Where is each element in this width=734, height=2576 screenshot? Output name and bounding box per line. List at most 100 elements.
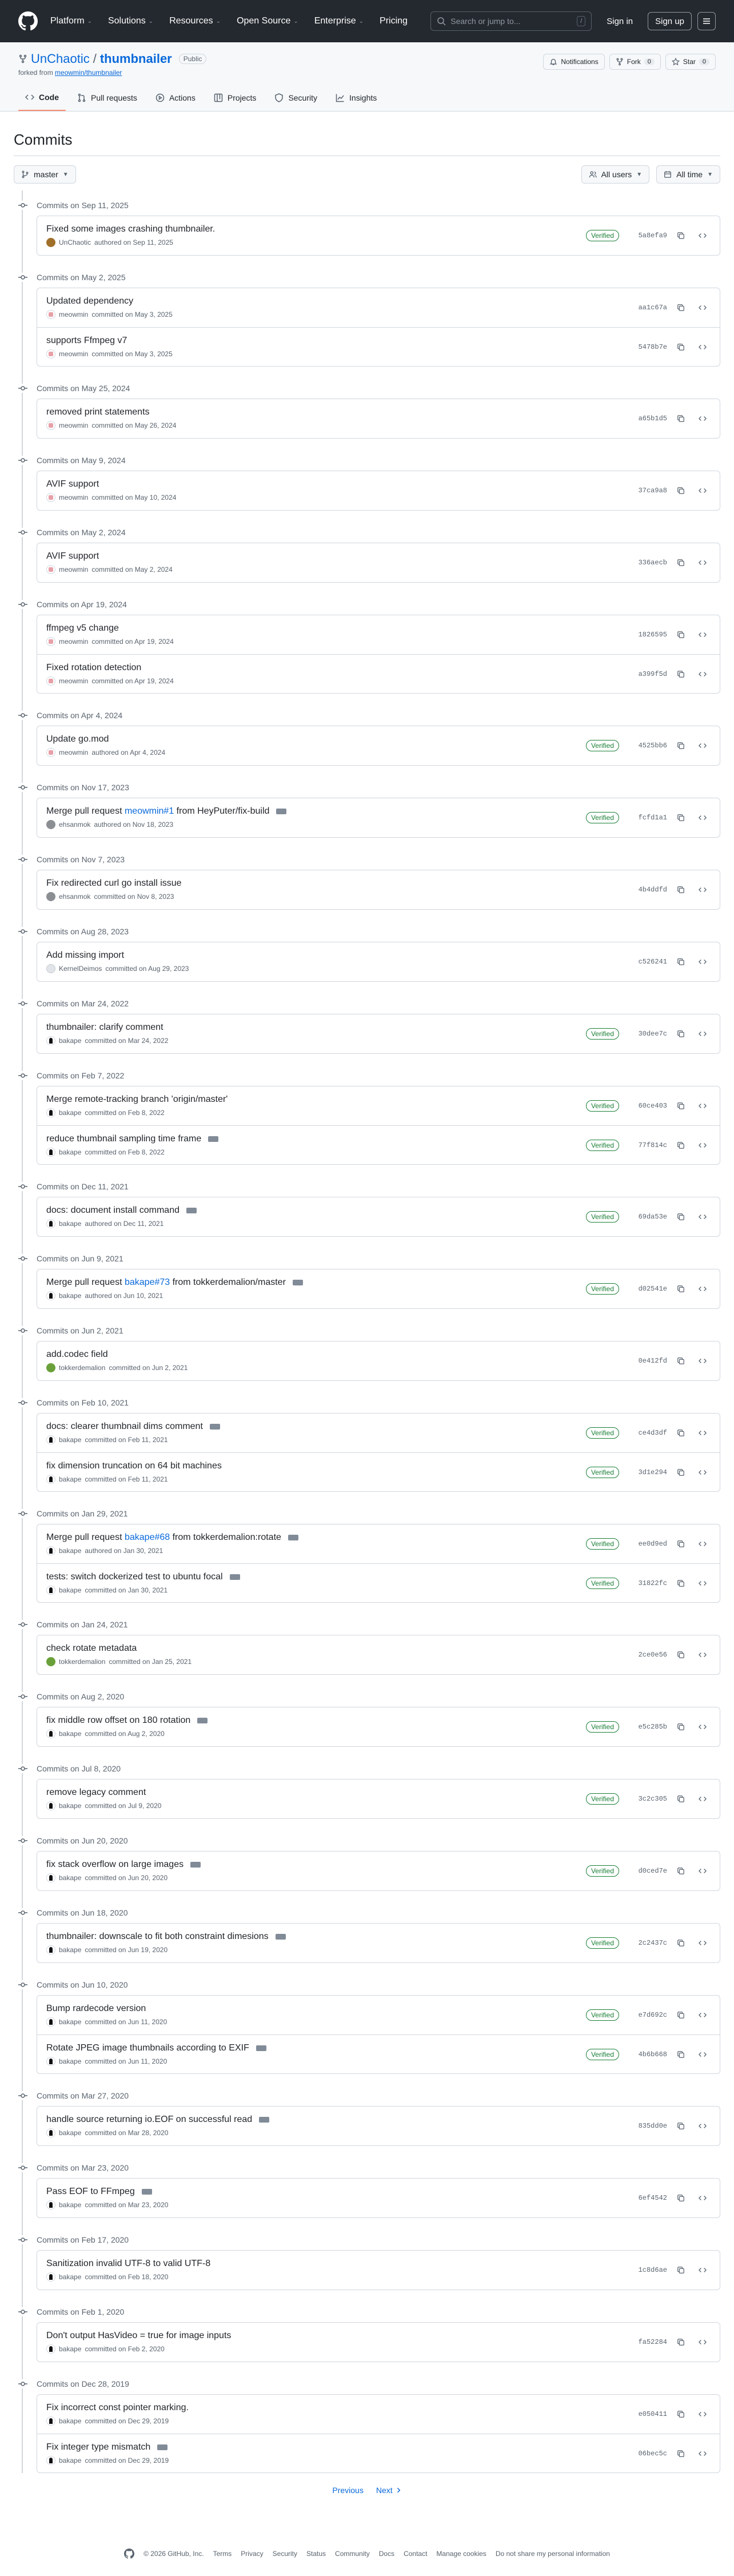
commit-sha-link[interactable]: 4525bb6 <box>633 742 667 750</box>
author-link[interactable]: bakape <box>59 1802 81 1810</box>
commit-sha-link[interactable]: c526241 <box>633 958 667 966</box>
browse-files-button[interactable] <box>695 1098 711 1114</box>
author-link[interactable]: bakape <box>59 2273 81 2281</box>
footer-link-community[interactable]: Community <box>335 2550 370 2558</box>
avatar[interactable] <box>46 1657 55 1666</box>
browse-files-button[interactable] <box>695 1935 711 1951</box>
avatar[interactable] <box>46 1873 55 1882</box>
commit-sha-link[interactable]: 1c8d6ae <box>633 2266 667 2274</box>
browse-files-button[interactable] <box>695 2446 711 2462</box>
browse-files-button[interactable] <box>695 2406 711 2422</box>
avatar[interactable] <box>46 565 55 574</box>
verified-badge[interactable]: Verified <box>585 230 619 241</box>
browse-files-button[interactable] <box>695 1719 711 1735</box>
commit-sha-link[interactable]: 1826595 <box>633 631 667 639</box>
top-nav-item-resources[interactable]: Resources ⌄ <box>169 16 221 26</box>
avatar[interactable] <box>46 2017 55 2026</box>
browse-files-button[interactable] <box>695 2262 711 2278</box>
browse-files-button[interactable] <box>695 1209 711 1225</box>
commit-sha-link[interactable]: 835dd0e <box>633 2122 667 2130</box>
expand-message-button[interactable] <box>208 1136 219 1142</box>
browse-files-button[interactable] <box>695 666 711 682</box>
author-link[interactable]: bakape <box>59 2456 81 2464</box>
commit-message-link[interactable]: thumbnailer: clarify comment <box>46 1022 586 1033</box>
commit-sha-link[interactable]: 77f814c <box>633 1141 667 1149</box>
browse-files-button[interactable] <box>695 1425 711 1441</box>
author-link[interactable]: ehsanmok <box>59 893 90 901</box>
commit-sha-link[interactable]: 5a8efa9 <box>633 232 667 240</box>
footer-link-terms[interactable]: Terms <box>213 2550 232 2558</box>
author-link[interactable]: bakape <box>59 1037 81 1045</box>
avatar[interactable] <box>46 1219 55 1228</box>
browse-files-button[interactable] <box>695 1137 711 1153</box>
tab-security[interactable]: Security <box>268 88 324 111</box>
browse-files-button[interactable] <box>695 954 711 970</box>
users-filter[interactable]: All users ▼ <box>581 165 650 184</box>
verified-badge[interactable]: Verified <box>585 1538 619 1550</box>
commit-message-link[interactable]: docs: document install command <box>46 1205 586 1216</box>
commit-message-link[interactable]: Rotate JPEG image thumbnails according t… <box>46 2043 586 2053</box>
avatar[interactable] <box>46 1945 55 1954</box>
commit-sha-link[interactable]: e5c285b <box>633 1723 667 1731</box>
verified-badge[interactable]: Verified <box>585 1100 619 1112</box>
commit-message-link[interactable]: tests: switch dockerized test to ubuntu … <box>46 1572 586 1582</box>
commit-sha-link[interactable]: 37ca9a8 <box>633 487 667 495</box>
author-link[interactable]: bakape <box>59 1946 81 1954</box>
expand-message-button[interactable] <box>190 1862 201 1868</box>
copy-sha-button[interactable] <box>673 1863 689 1879</box>
commit-sha-link[interactable]: fcfd1a1 <box>633 814 667 822</box>
browse-files-button[interactable] <box>695 2047 711 2063</box>
commit-message-link[interactable]: Fixed rotation detection <box>46 663 633 673</box>
commit-sha-link[interactable]: 31822fc <box>633 1579 667 1587</box>
avatar[interactable] <box>46 1363 55 1372</box>
commit-message-link[interactable]: Merge pull request meowmin#1 from HeyPut… <box>46 806 586 817</box>
avatar[interactable] <box>46 421 55 430</box>
author-link[interactable]: bakape <box>59 1475 81 1483</box>
expand-message-button[interactable] <box>229 1574 240 1580</box>
tab-insights[interactable]: Insights <box>329 88 384 111</box>
commit-sha-link[interactable]: 69da53e <box>633 1213 667 1221</box>
browse-files-button[interactable] <box>695 2334 711 2350</box>
github-footer-logo-icon[interactable] <box>124 2549 135 2559</box>
copy-sha-button[interactable] <box>673 2047 689 2063</box>
verified-badge[interactable]: Verified <box>585 1139 619 1151</box>
copy-sha-button[interactable] <box>673 300 689 316</box>
browse-files-button[interactable] <box>695 483 711 499</box>
copy-sha-button[interactable] <box>673 810 689 826</box>
expand-message-button[interactable] <box>275 1934 286 1940</box>
author-link[interactable]: bakape <box>59 1874 81 1882</box>
footer-link-do-not-share-my-personal-information[interactable]: Do not share my personal information <box>496 2550 610 2558</box>
tab-projects[interactable]: Projects <box>207 88 264 111</box>
tab-actions[interactable]: Actions <box>149 88 202 111</box>
copy-sha-button[interactable] <box>673 411 689 427</box>
commit-sha-link[interactable]: a399f5d <box>633 670 667 678</box>
copy-sha-button[interactable] <box>673 954 689 970</box>
verified-badge[interactable]: Verified <box>585 1466 619 1478</box>
commit-message-link[interactable]: Fix integer type mismatch <box>46 2442 633 2452</box>
commit-message-link[interactable]: Fixed some images crashing thumbnailer. <box>46 224 586 234</box>
avatar[interactable] <box>46 349 55 359</box>
commit-message-link[interactable]: Merge pull request bakape#73 from tokker… <box>46 1277 586 1288</box>
author-link[interactable]: tokkerdemalion <box>59 1658 105 1666</box>
verified-badge[interactable]: Verified <box>585 1865 619 1877</box>
avatar[interactable] <box>46 892 55 901</box>
commit-sha-link[interactable]: 0e412fd <box>633 1357 667 1365</box>
avatar[interactable] <box>46 820 55 829</box>
footer-link-status[interactable]: Status <box>306 2550 326 2558</box>
avatar[interactable] <box>46 2200 55 2209</box>
commit-sha-link[interactable]: 3d1e294 <box>633 1468 667 1476</box>
verified-badge[interactable]: Verified <box>585 1937 619 1949</box>
top-nav-item-pricing[interactable]: Pricing <box>380 16 408 26</box>
copy-sha-button[interactable] <box>673 1137 689 1153</box>
tab-pull-requests[interactable]: Pull requests <box>70 88 144 111</box>
top-nav-item-solutions[interactable]: Solutions ⌄ <box>108 16 153 26</box>
author-link[interactable]: meowmin <box>59 310 88 318</box>
copy-sha-button[interactable] <box>673 666 689 682</box>
expand-message-button[interactable] <box>259 2117 270 2123</box>
commit-sha-link[interactable]: d0ced7e <box>633 1867 667 1875</box>
copy-sha-button[interactable] <box>673 1209 689 1225</box>
commit-message-link[interactable]: docs: clearer thumbnail dims comment <box>46 1422 586 1432</box>
commit-message-link[interactable]: fix dimension truncation on 64 bit machi… <box>46 1461 586 1471</box>
browse-files-button[interactable] <box>695 555 711 571</box>
forked-from-link[interactable]: meowmin/thumbnailer <box>55 69 122 77</box>
